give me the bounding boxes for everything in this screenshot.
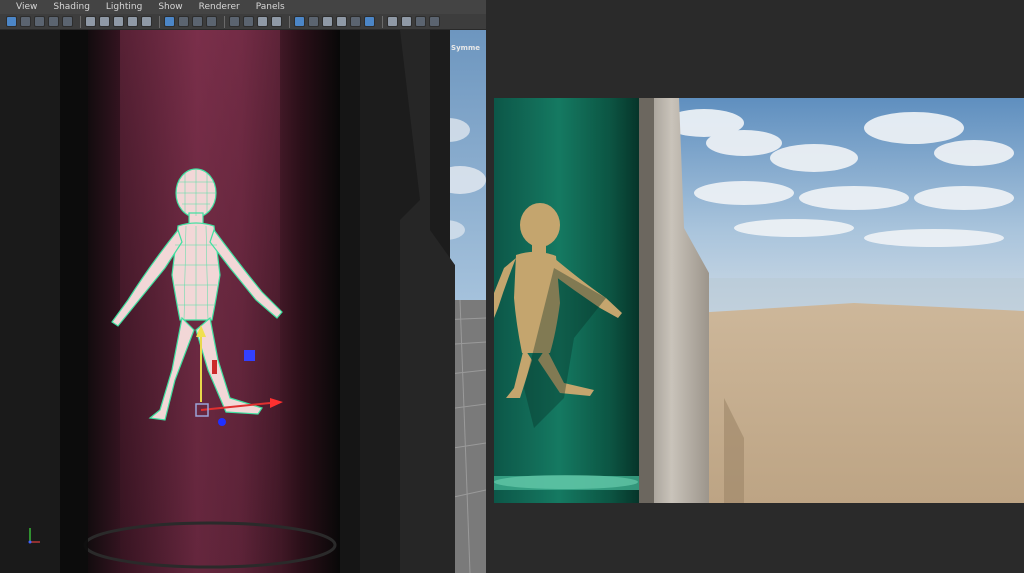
menu-shading[interactable]: Shading (45, 0, 98, 14)
camera-icon[interactable] (85, 16, 96, 27)
select-camera-icon[interactable] (6, 16, 17, 27)
rendered-image (494, 98, 1024, 503)
resolution-gate-icon[interactable] (113, 16, 124, 27)
ambient-occlusion-icon[interactable] (364, 16, 375, 27)
image-plane-icon[interactable] (62, 16, 73, 27)
isolate-select-icon[interactable] (429, 16, 440, 27)
viewport-render[interactable] (0, 30, 486, 573)
app-window: View Shading Lighting Show Renderer Pane… (0, 0, 1024, 573)
toolbar-separator (289, 15, 290, 28)
shadows-icon[interactable] (350, 16, 361, 27)
render-frame (494, 98, 1024, 503)
viewport-toolbar (0, 14, 486, 30)
smooth-shade-icon[interactable] (243, 16, 254, 27)
field-chart-icon[interactable] (141, 16, 152, 27)
depth-of-field-icon[interactable] (415, 16, 426, 27)
toolbar-separator (80, 15, 81, 28)
toolbar-separator (382, 15, 383, 28)
menu-lighting[interactable]: Lighting (98, 0, 150, 14)
menu-panels[interactable]: Panels (248, 0, 293, 14)
wireframe-icon[interactable] (229, 16, 240, 27)
viewport-menubar: View Shading Lighting Show Renderer Pane… (0, 0, 486, 14)
safe-action-icon[interactable] (178, 16, 189, 27)
wireframe-on-shaded-icon[interactable] (308, 16, 319, 27)
isolate-icon[interactable] (257, 16, 268, 27)
display-icon[interactable] (206, 16, 217, 27)
bookmarks-icon[interactable] (48, 16, 59, 27)
symmetry-label: Symme (451, 44, 480, 52)
render-view-panel (486, 0, 1024, 573)
xray-icon[interactable] (271, 16, 282, 27)
light-icon[interactable] (336, 16, 347, 27)
viewport-3d-scene[interactable]: Symme (0, 30, 486, 573)
menu-show[interactable]: Show (150, 0, 190, 14)
shaded-icon[interactable] (294, 16, 305, 27)
gate-mask-icon[interactable] (127, 16, 138, 27)
anti-aliasing-icon[interactable] (401, 16, 412, 27)
camera-attributes-icon[interactable] (34, 16, 45, 27)
toolbar-separator (159, 15, 160, 28)
film-gate-icon[interactable] (99, 16, 110, 27)
textured-icon[interactable] (322, 16, 333, 27)
lock-camera-icon[interactable] (20, 16, 31, 27)
safe-title-icon[interactable] (192, 16, 203, 27)
toolbar-separator (224, 15, 225, 28)
motion-blur-icon[interactable] (387, 16, 398, 27)
menu-view[interactable]: View (0, 0, 45, 14)
menu-renderer[interactable]: Renderer (191, 0, 248, 14)
grid-icon[interactable] (164, 16, 175, 27)
maya-viewport-panel[interactable]: View Shading Lighting Show Renderer Pane… (0, 0, 486, 573)
